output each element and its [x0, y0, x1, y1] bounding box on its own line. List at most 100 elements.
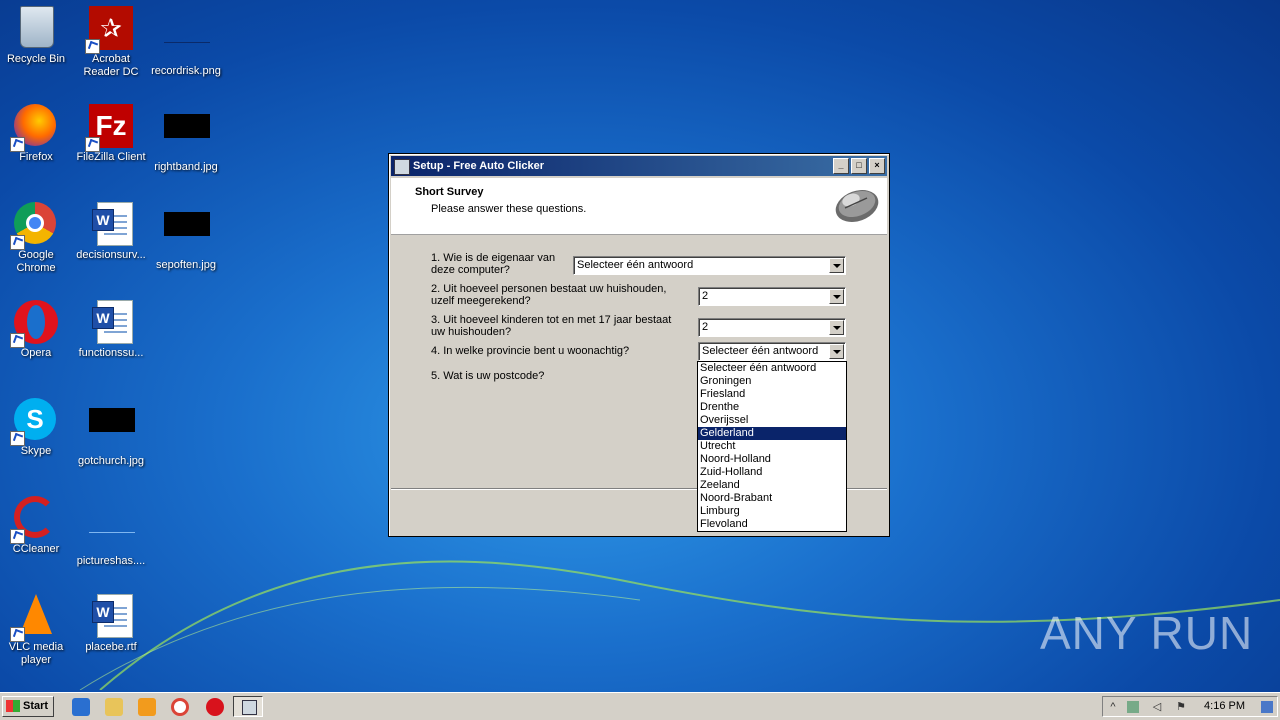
filezilla-icon: Fz — [85, 104, 133, 152]
desktop-icon[interactable]: Google Chrome — [0, 202, 72, 275]
minimize-button[interactable]: _ — [833, 158, 849, 174]
dropdown-option[interactable]: Selecteer één antwoord — [698, 362, 846, 375]
dropdown-option[interactable]: Gelderland — [698, 427, 846, 440]
dropdown-option[interactable]: Drenthe — [698, 401, 846, 414]
dropdown-option[interactable]: Utrecht — [698, 440, 846, 453]
owner-select[interactable]: Selecteer één antwoord — [573, 256, 846, 275]
clock[interactable]: 4:16 PM — [1204, 700, 1245, 712]
desktop-icon[interactable]: pictureshas.... — [75, 496, 147, 568]
shortcut-arrow-icon — [10, 627, 25, 642]
window-title: Setup - Free Auto Clicker — [413, 160, 545, 172]
desktop-icon[interactable]: S Skype — [0, 398, 72, 458]
network-icon[interactable] — [1127, 701, 1139, 713]
volume-icon[interactable]: ◁ — [1151, 701, 1163, 713]
desktop-icon-label: pictureshas.... — [76, 555, 146, 567]
vlc-icon — [10, 594, 58, 642]
page-title: Short Survey — [415, 186, 484, 198]
owner-select-value: Selecteer één antwoord — [577, 259, 694, 271]
taskbar-setup-button[interactable] — [233, 696, 263, 717]
shortcut-arrow-icon — [10, 333, 25, 348]
image-file-icon — [164, 212, 210, 256]
desktop-icon[interactable]: sepoften.jpg — [150, 202, 222, 272]
word-doc-icon: W — [89, 202, 133, 246]
opera-icon — [10, 300, 58, 348]
wizard-header: Short Survey Please answer these questio… — [391, 178, 887, 235]
dropdown-option[interactable]: Groningen — [698, 375, 846, 388]
anyrun-watermark: ANY RUN — [1040, 607, 1254, 659]
desktop-icon-label: Google Chrome — [16, 249, 56, 274]
desktop-icon-label: functionssu... — [78, 347, 144, 359]
chevron-down-icon[interactable] — [829, 289, 844, 304]
chevron-down-icon[interactable] — [829, 258, 844, 273]
shortcut-arrow-icon — [10, 235, 25, 250]
shortcut-arrow-icon — [85, 137, 100, 152]
word-doc-icon: W — [89, 594, 133, 638]
dropdown-option[interactable]: Limburg — [698, 505, 846, 518]
desktop-icon-label: placebe.rtf — [85, 641, 137, 653]
children-count-select[interactable]: 2 — [698, 318, 846, 337]
desktop-icon[interactable]: VLC media player — [0, 594, 72, 667]
desktop-icon[interactable]: Fz FileZilla Client — [75, 104, 147, 164]
desktop-icon-label: FileZilla Client — [76, 151, 146, 163]
dropdown-option[interactable]: Flevoland — [698, 518, 846, 531]
mouse-icon — [835, 190, 879, 222]
title-bar[interactable]: Setup - Free Auto Clicker _ □ × — [391, 156, 887, 176]
folder-icon[interactable] — [105, 698, 123, 716]
desktop-icon[interactable]: Wplacebe.rtf — [75, 594, 147, 654]
media-player-icon[interactable] — [138, 698, 156, 716]
image-file-icon — [164, 114, 210, 158]
desktop-icon-label: VLC media player — [8, 641, 64, 666]
dropdown-option[interactable]: Noord-Brabant — [698, 492, 846, 505]
dropdown-option[interactable]: Friesland — [698, 388, 846, 401]
dropdown-option[interactable]: Overijssel — [698, 414, 846, 427]
desktop-icon-label: rightband.jpg — [154, 161, 218, 173]
system-tray: ^ ◁ ⚑ 4:16 PM — [1102, 696, 1278, 717]
setup-app-icon — [394, 159, 410, 175]
household-size-value: 2 — [702, 290, 709, 302]
desktop-icon-label: CCleaner — [12, 543, 60, 555]
household-size-select[interactable]: 2 — [698, 287, 846, 306]
province-dropdown-list[interactable]: Selecteer één antwoord Groningen Friesland… — [697, 361, 847, 532]
start-button[interactable]: Start — [2, 696, 54, 717]
image-file-icon — [89, 508, 135, 552]
desktop-icon[interactable]: Recycle Bin — [0, 6, 72, 66]
desktop-icon-label: Firefox — [19, 151, 53, 163]
shortcut-arrow-icon — [10, 431, 25, 446]
chevron-down-icon[interactable] — [829, 320, 844, 335]
question-3-label: 3. Uit hoeveel kinderen tot en met 17 ja… — [431, 314, 672, 338]
desktop-icon[interactable]: CCleaner — [0, 496, 72, 556]
desktop-icon-label: Recycle Bin — [6, 53, 66, 65]
skype-icon: S — [10, 398, 58, 446]
setup-app-icon — [242, 700, 257, 715]
chevron-down-icon[interactable] — [829, 344, 844, 359]
chevron-up-icon[interactable]: ^ — [1107, 701, 1119, 713]
start-label: Start — [23, 700, 49, 712]
flag-icon[interactable]: ⚑ — [1175, 701, 1187, 713]
desktop-icon[interactable]: recordrisk.png — [150, 6, 222, 78]
maximize-button[interactable]: □ — [851, 158, 867, 174]
dropdown-option[interactable]: Noord-Holland — [698, 453, 846, 466]
desktop-icon[interactable]: rightband.jpg — [150, 104, 222, 174]
internet-explorer-icon[interactable] — [72, 698, 90, 716]
province-select-value: Selecteer één antwoord — [702, 345, 819, 357]
page-subtitle: Please answer these questions. — [431, 203, 587, 215]
desktop-icon-label: gotchurch.jpg — [77, 455, 145, 467]
ccleaner-icon — [10, 496, 58, 544]
desktop-icon[interactable]: gotchurch.jpg — [75, 398, 147, 468]
opera-icon[interactable] — [206, 698, 224, 716]
desktop-icon-label: decisionsurv... — [76, 249, 146, 261]
desktop-icon[interactable]: ✰ Acrobat Reader DC — [75, 6, 147, 79]
chrome-icon[interactable] — [171, 698, 189, 716]
question-1-label: 1. Wie is de eigenaar van deze computer? — [431, 252, 556, 276]
firefox-icon — [10, 104, 58, 152]
desktop-icon[interactable]: Firefox — [0, 104, 72, 164]
close-button[interactable]: × — [869, 158, 885, 174]
desktop-icon[interactable]: Wfunctionssu... — [75, 300, 147, 360]
desktop-icon[interactable]: Wdecisionsurv... — [75, 202, 147, 262]
desktop-icon[interactable]: Opera — [0, 300, 72, 360]
dropdown-option[interactable]: Zeeland — [698, 479, 846, 492]
question-2-label: 2. Uit hoeveel personen bestaat uw huish… — [431, 283, 667, 307]
dropdown-option[interactable]: Zuid-Holland — [698, 466, 846, 479]
show-desktop-icon[interactable] — [1261, 701, 1273, 713]
province-select[interactable]: Selecteer één antwoord — [698, 342, 846, 361]
